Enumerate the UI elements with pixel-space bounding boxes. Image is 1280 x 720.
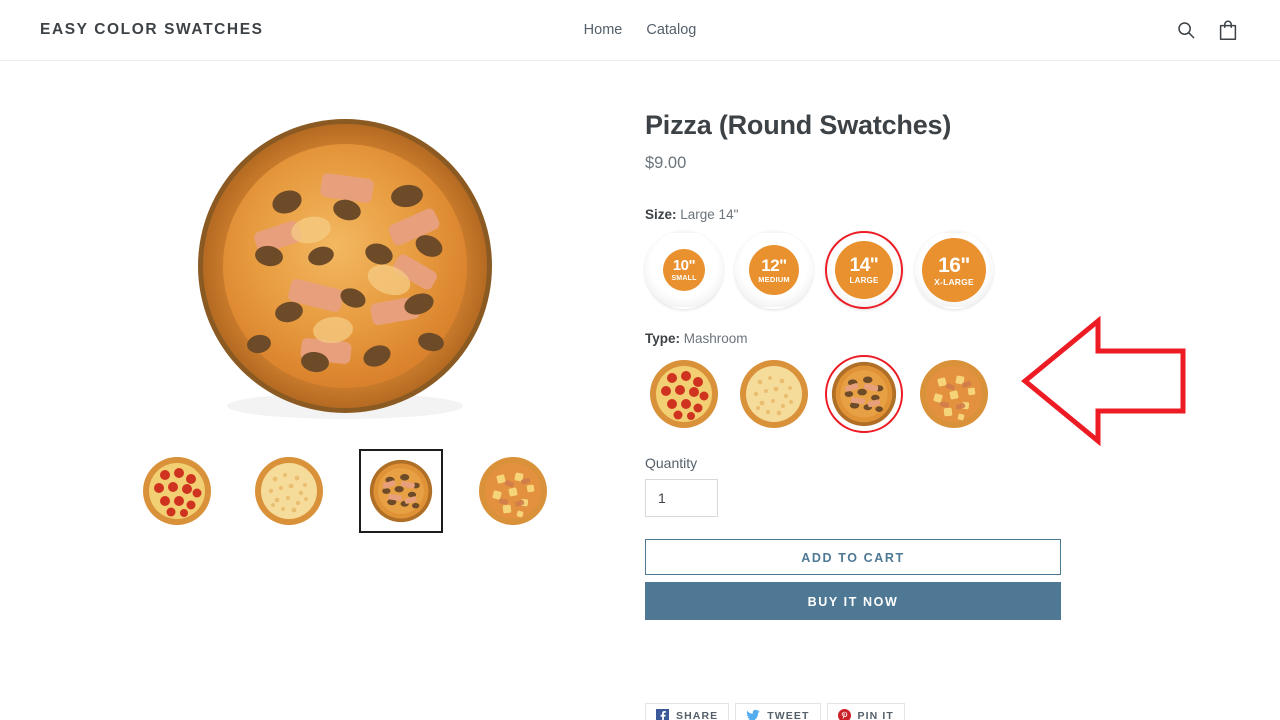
thumbnail-pepperoni[interactable] (135, 449, 219, 533)
share-facebook-label: SHARE (676, 709, 719, 720)
size-swatch-inches: 10" (672, 257, 696, 275)
pepperoni-pizza-icon (143, 457, 211, 525)
size-swatch-name: MEDIUM (758, 275, 790, 285)
size-swatch-row: 10" SMALL 12" MEDIUM 14" LARGE 16" X-LAR… (645, 231, 1070, 310)
share-pinterest-button[interactable]: PIN IT (826, 703, 905, 720)
share-twitter-label: TWEET (767, 709, 810, 720)
hawaiian-pizza-icon (479, 457, 547, 525)
product-page: Pizza (Round Swatches) $9.00 Size: Large… (0, 61, 1280, 720)
hero-image-wrap[interactable] (50, 101, 640, 431)
type-selected-value: Mashroom (683, 331, 748, 347)
cheese-pizza-icon (740, 360, 808, 429)
share-row: SHARE TWEET PIN IT (645, 703, 905, 720)
product-price: $9.00 (645, 154, 687, 173)
pepperoni-pizza-icon (650, 360, 718, 429)
size-label-text: Size: (645, 207, 677, 223)
size-swatch-small[interactable]: 10" SMALL (645, 231, 723, 310)
thumbnail-cheese[interactable] (247, 449, 331, 533)
size-selected-value: Large 14" (680, 207, 739, 223)
share-facebook-button[interactable]: SHARE (645, 703, 730, 720)
header-actions (1174, 18, 1240, 42)
thumbnail-strip (50, 449, 640, 533)
size-swatch-inches: 14" (849, 254, 879, 276)
hero-product-image[interactable] (193, 104, 498, 429)
size-swatch-xlarge[interactable]: 16" X-LARGE (915, 231, 993, 310)
site-header: EASY COLOR SWATCHES Home Catalog (0, 0, 1280, 61)
quantity-block: Quantity (645, 455, 1070, 518)
size-option-label: Size: Large 14" (645, 207, 1070, 222)
type-swatch-row (645, 355, 1070, 434)
facebook-icon (656, 709, 669, 720)
size-swatch-inches: 16" (938, 253, 970, 277)
type-option-block: Type: Mashroom (645, 331, 1070, 434)
size-swatch-name: LARGE (849, 275, 879, 285)
thumbnail-mushroom[interactable] (359, 449, 443, 533)
quantity-label: Quantity (645, 455, 698, 472)
type-swatch-hawaiian[interactable] (915, 355, 993, 434)
type-label-text: Type: (645, 331, 681, 347)
quantity-input[interactable] (645, 479, 718, 518)
size-swatch-name: X-LARGE (934, 276, 974, 287)
type-option-label: Type: Mashroom (645, 331, 1070, 346)
product-title: Pizza (Round Swatches) (645, 110, 952, 140)
search-icon (1178, 22, 1195, 39)
size-swatch-name: SMALL (671, 275, 697, 283)
share-twitter-button[interactable]: TWEET (735, 703, 821, 720)
hawaiian-pizza-icon (920, 360, 988, 429)
shopping-bag-icon (1219, 20, 1237, 40)
nav-link-home[interactable]: Home (584, 22, 623, 38)
mushroom-pizza-icon (831, 362, 897, 427)
twitter-icon (747, 709, 760, 720)
type-swatch-mushroom[interactable] (825, 355, 903, 434)
pinterest-icon (837, 709, 851, 720)
type-swatch-pepperoni[interactable] (645, 355, 723, 434)
product-info: Pizza (Round Swatches) $9.00 Size: Large… (645, 101, 1070, 621)
buy-it-now-button[interactable]: BUY IT NOW (645, 582, 1061, 621)
thumbnail-hawaiian[interactable] (471, 449, 555, 533)
main-nav: Home Catalog (584, 22, 697, 38)
site-brand[interactable]: EASY COLOR SWATCHES (40, 21, 264, 39)
mushroom-pizza-icon (369, 459, 433, 523)
add-to-cart-button[interactable]: ADD TO CART (645, 539, 1061, 576)
size-swatch-medium[interactable]: 12" MEDIUM (735, 231, 813, 310)
size-swatch-large[interactable]: 14" LARGE (825, 231, 903, 310)
product-gallery (40, 101, 640, 620)
share-pinterest-label: PIN IT (857, 709, 894, 720)
cart-button[interactable] (1216, 18, 1240, 42)
size-swatch-inches: 12" (761, 256, 787, 276)
cheese-pizza-icon (255, 457, 323, 525)
search-button[interactable] (1174, 18, 1198, 42)
type-swatch-cheese[interactable] (735, 355, 813, 434)
nav-link-catalog[interactable]: Catalog (646, 22, 696, 38)
size-option-block: Size: Large 14" 10" SMALL 12" MEDIUM 14"… (645, 207, 1070, 310)
purchase-buttons: ADD TO CART BUY IT NOW (645, 539, 1070, 621)
